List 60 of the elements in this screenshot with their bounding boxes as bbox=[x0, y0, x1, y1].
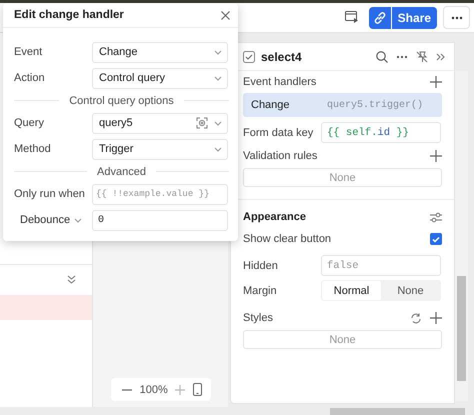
horizontal-scrollbar[interactable] bbox=[330, 408, 465, 415]
field-label: Only run when bbox=[14, 188, 86, 200]
caret-icon bbox=[214, 146, 222, 152]
close-icon[interactable] bbox=[221, 10, 230, 20]
caret-icon bbox=[214, 120, 222, 126]
more-icon[interactable] bbox=[396, 54, 408, 58]
checkbox-icon bbox=[243, 50, 255, 62]
caret-icon bbox=[214, 48, 222, 56]
select-field[interactable]: Trigger bbox=[92, 138, 228, 160]
select-field[interactable]: Change bbox=[92, 42, 228, 62]
settings-icon[interactable] bbox=[430, 212, 442, 222]
field-label: Form data key bbox=[243, 126, 314, 138]
event-handler-row[interactable]: Change query5.trigger() bbox=[243, 93, 442, 117]
input-field[interactable]: false bbox=[321, 255, 441, 276]
field-label: Query bbox=[14, 117, 45, 129]
plus-icon[interactable] bbox=[430, 150, 442, 162]
crosshair-plus-icon[interactable] bbox=[196, 117, 208, 129]
link-icon[interactable] bbox=[372, 10, 387, 24]
input-field[interactable]: {{ !!example.value }} bbox=[92, 184, 228, 204]
dialog-title: Edit change handler bbox=[14, 9, 124, 21]
search-icon[interactable] bbox=[376, 50, 388, 62]
link-button[interactable] bbox=[368, 6, 391, 28]
refresh-icon[interactable] bbox=[410, 312, 422, 324]
component-name: select4 bbox=[261, 50, 302, 64]
plus-icon[interactable] bbox=[430, 312, 442, 324]
select-field[interactable]: query5 bbox=[92, 112, 228, 134]
section-heading: Advanced bbox=[97, 166, 146, 178]
field-label: Action bbox=[14, 72, 46, 84]
select-field[interactable]: Control query bbox=[92, 68, 228, 88]
plus-icon[interactable] bbox=[430, 76, 442, 88]
section-title: Appearance bbox=[243, 211, 306, 223]
zoom-level: 100% bbox=[140, 384, 168, 396]
unpin-icon[interactable] bbox=[416, 50, 428, 62]
field-label: Hidden bbox=[243, 260, 279, 272]
field-label: Method bbox=[14, 143, 52, 155]
field-label: Show clear button bbox=[243, 233, 332, 245]
debounce-dropdown[interactable]: Debounce bbox=[14, 214, 92, 226]
preview-icon[interactable] bbox=[344, 11, 359, 24]
input-field[interactable]: 0 bbox=[92, 210, 228, 230]
empty-list: None bbox=[243, 330, 442, 349]
field-label: Event bbox=[14, 46, 44, 58]
section-label: Validation rules bbox=[243, 150, 318, 162]
double-chevron-icon[interactable] bbox=[436, 52, 446, 60]
field-label: Margin bbox=[243, 284, 278, 296]
chevrons-down-icon[interactable] bbox=[67, 275, 76, 285]
phone-icon[interactable] bbox=[192, 383, 202, 396]
caret-icon bbox=[214, 74, 222, 82]
section-heading: Control query options bbox=[69, 94, 174, 106]
checkbox[interactable] bbox=[430, 233, 442, 245]
section-label: Event handlers bbox=[243, 76, 316, 88]
empty-list: None bbox=[243, 168, 442, 187]
segment-option[interactable]: Normal bbox=[322, 281, 381, 300]
more-icon[interactable] bbox=[450, 16, 462, 20]
code-field[interactable]: {{ self.id }} bbox=[321, 122, 441, 143]
check-icon bbox=[432, 236, 440, 242]
caret-icon bbox=[74, 216, 82, 224]
segment-option[interactable]: None bbox=[381, 281, 440, 300]
share-button[interactable]: Share bbox=[392, 6, 437, 28]
section-label: Styles bbox=[243, 312, 273, 324]
scrollbar[interactable] bbox=[455, 71, 468, 401]
